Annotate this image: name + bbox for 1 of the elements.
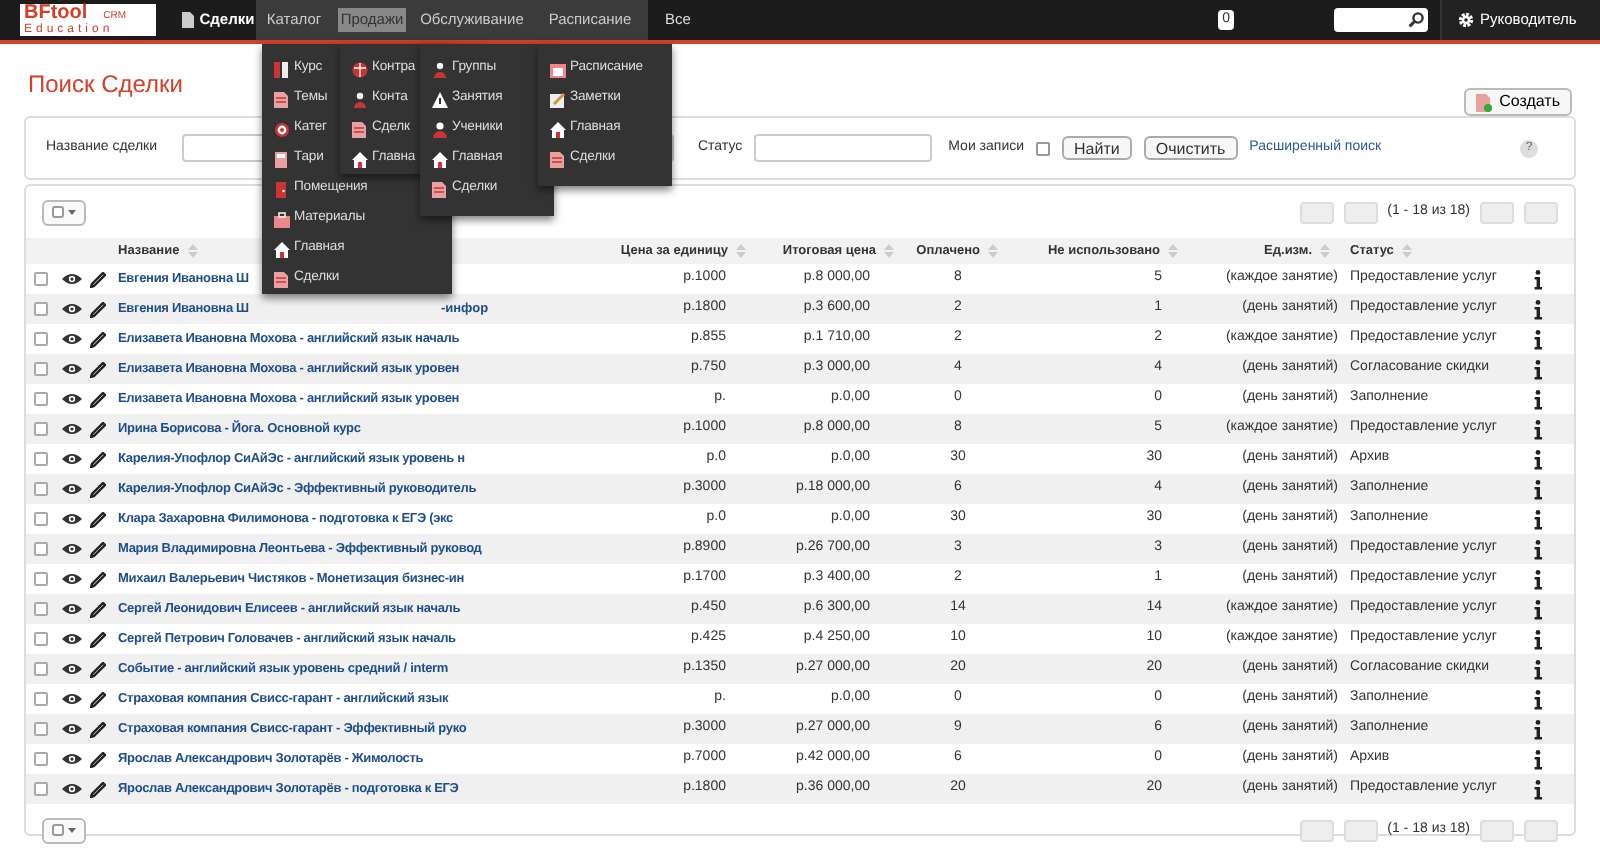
page-title: Поиск Сделки (28, 68, 183, 102)
